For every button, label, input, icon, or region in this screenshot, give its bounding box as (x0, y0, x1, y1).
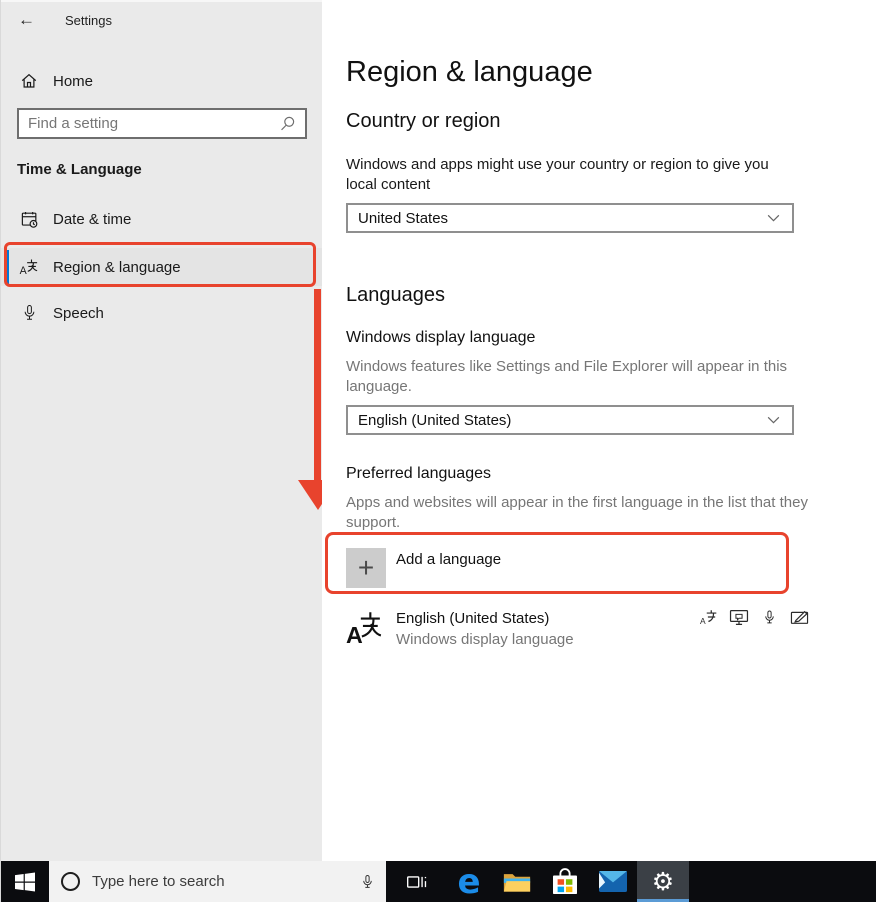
country-region-description: Windows and apps might use your country … (346, 155, 796, 195)
back-button[interactable]: ← (18, 10, 35, 30)
sidebar-section-title: Time & Language (17, 161, 142, 178)
chevron-down-icon (767, 416, 780, 424)
mail-button[interactable] (589, 861, 637, 902)
window-title: Settings (65, 13, 112, 28)
edge-icon: e (457, 865, 480, 899)
windows-logo-icon (15, 872, 35, 892)
store-button[interactable] (541, 861, 589, 902)
taskbar-search[interactable] (49, 861, 386, 902)
handwriting-icon (789, 606, 809, 628)
titlebar: ← Settings (1, 8, 322, 38)
sidebar-item-home[interactable]: Home (1, 62, 322, 100)
language-entry-title[interactable]: English (United States) (396, 610, 549, 627)
language-feature-icons: A (699, 606, 809, 628)
display-language-dropdown[interactable]: English (United States) (346, 405, 794, 435)
file-explorer-icon (503, 871, 531, 893)
country-region-heading: Country or region (346, 110, 501, 133)
find-setting-input[interactable] (19, 110, 279, 137)
plus-icon: + (358, 552, 374, 584)
svg-text:A: A (700, 616, 706, 626)
file-explorer-button[interactable] (493, 861, 541, 902)
edge-button[interactable]: e (445, 861, 493, 902)
selected-item-accent (5, 250, 9, 284)
sidebar-item-label: Region & language (53, 259, 181, 276)
svg-text:A: A (20, 265, 28, 277)
display-language-description: Windows features like Settings and File … (346, 357, 824, 397)
preferred-languages-heading: Preferred languages (346, 465, 491, 483)
cortana-icon (61, 872, 80, 891)
display-language-heading: Windows display language (346, 329, 535, 347)
taskbar: e (1, 861, 876, 902)
page-title: Region & language (346, 56, 593, 89)
task-view-button[interactable] (391, 861, 443, 902)
region-language-icon: A (19, 257, 39, 277)
sidebar-item-label: Speech (53, 305, 104, 322)
display-language-icon: A (699, 606, 719, 628)
sidebar-item-label: Home (53, 73, 93, 90)
speech-icon (759, 606, 779, 628)
languages-heading: Languages (346, 284, 445, 307)
display-language-value: English (United States) (358, 412, 511, 429)
sidebar-item-label: Date & time (53, 211, 131, 228)
search-icon (279, 115, 296, 132)
microphone-icon (19, 303, 39, 323)
country-region-dropdown[interactable]: United States (346, 203, 794, 233)
main-content: Region & language Country or region Wind… (322, 0, 876, 861)
settings-window: ← Settings Home Time & Language (0, 0, 876, 902)
sidebar-item-region-language[interactable]: A Region & language (1, 248, 322, 286)
mail-icon (599, 871, 627, 892)
add-language-label[interactable]: Add a language (396, 551, 501, 568)
preferred-languages-description: Apps and websites will appear in the fir… (346, 493, 824, 533)
chevron-down-icon (767, 214, 780, 222)
language-entry-subtitle: Windows display language (396, 631, 574, 648)
text-to-speech-icon (729, 606, 749, 628)
taskbar-search-input[interactable] (80, 873, 361, 890)
sidebar-item-speech[interactable]: Speech (1, 294, 322, 332)
calendar-clock-icon (19, 209, 39, 229)
sidebar-search (17, 108, 307, 139)
task-view-icon (406, 873, 428, 891)
sidebar-item-date-time[interactable]: Date & time (1, 200, 322, 238)
country-region-value: United States (358, 210, 448, 227)
taskbar-microphone-icon[interactable] (361, 872, 374, 892)
svg-text:A: A (346, 622, 363, 646)
sidebar: ← Settings Home Time & Language (1, 0, 322, 861)
language-entry-icon: A (346, 608, 382, 646)
home-icon (19, 71, 39, 91)
add-language-button[interactable]: + (346, 548, 386, 588)
start-button[interactable] (1, 861, 49, 902)
store-icon (553, 868, 577, 896)
gear-icon: ⚙ (652, 869, 674, 894)
settings-taskbar-button[interactable]: ⚙ (637, 861, 689, 902)
